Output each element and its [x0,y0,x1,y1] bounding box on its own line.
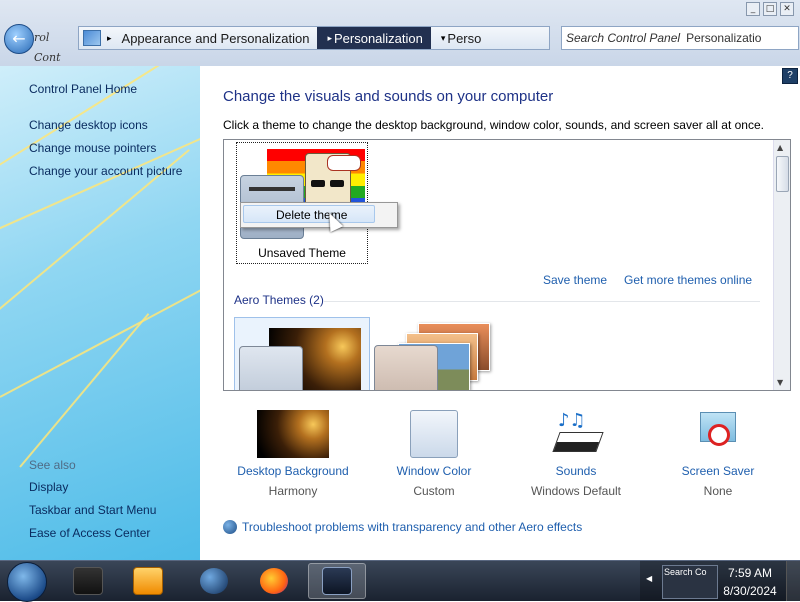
taskbar-app-globe[interactable] [190,563,238,599]
theme-list[interactable]: ▲ ▼ Unsaved Theme Delete theme Save them… [223,139,791,391]
screen-saver-value: None [703,484,733,498]
window-color-setting[interactable]: Window Color Custom [364,410,504,498]
title-bar: _ □ ✕ ← rol Cont ▸ Appearance and Person… [0,0,800,66]
taskbar-app-control-panel[interactable] [308,563,366,599]
see-also-label: See also [29,458,76,472]
troubleshoot-link[interactable]: Troubleshoot problems with transparency … [242,520,582,534]
desktop-background-value: Harmony [268,484,318,498]
page-subtitle: Click a theme to change the desktop back… [223,118,764,132]
troubleshoot-row: Troubleshoot problems with transparency … [223,520,582,534]
address-dropdown[interactable]: ▾ Perso [431,27,490,49]
globe-icon [200,568,228,594]
clock-date[interactable]: 8/30/2024 [720,584,780,598]
sunglasses-shape [311,180,325,187]
back-button[interactable]: ← [4,24,34,54]
unsaved-theme-label: Unsaved Theme [258,246,346,260]
save-theme-link[interactable]: Save theme [543,273,607,287]
breadcrumb-appearance[interactable]: Appearance and Personalization [114,27,318,49]
media-player-icon [133,567,163,595]
window-color-swatch [239,346,303,390]
display-link[interactable]: Display [29,480,68,494]
desktop-background-icon [257,410,329,458]
maximize-button[interactable]: □ [763,2,777,16]
chevron-down-icon: ▾ [440,32,446,43]
screen-saver-icon [694,410,742,458]
window-color-label: Window Color [396,464,472,478]
sounds-label: Sounds [555,464,597,478]
divider [324,301,760,302]
search-input[interactable]: Search Control Panel Personalizatio [561,26,799,50]
close-button[interactable]: ✕ [780,2,794,16]
swatch-bar [249,187,295,191]
desktop-background-label: Desktop Background [237,464,349,478]
landscapes-theme-tile[interactable] [374,317,514,390]
delete-theme-menu-item[interactable]: Delete theme [243,205,375,223]
help-icon[interactable]: ? [782,68,798,84]
clock-time[interactable]: 7:59 AM [720,566,780,580]
page-title: Change the visuals and sounds on your co… [223,88,554,105]
sunglasses-shape [330,180,344,187]
taskbar-app-media[interactable] [64,563,112,599]
window-color-value: Custom [413,484,455,498]
show-desktop-button[interactable] [786,561,800,601]
search-overlay-text: Personalizatio [686,31,762,45]
scrollbar-thumb[interactable] [776,156,789,192]
tray-thumbnail-text: Search Co [664,567,707,577]
screen-saver-setting[interactable]: Screen Saver None [648,410,788,498]
control-panel-icon [83,30,101,46]
minimize-button[interactable]: _ [746,2,760,16]
search-placeholder: Search Control Panel [566,31,681,45]
change-mouse-pointers-link[interactable]: Change mouse pointers [29,141,156,155]
chevron-right-icon: ▸ [327,32,332,43]
ease-of-access-link[interactable]: Ease of Access Center [29,526,150,540]
scroll-up-icon[interactable]: ▲ [777,143,783,152]
tray-window-thumbnail[interactable]: Search Co [662,565,718,599]
window-controls: _ □ ✕ [746,2,794,16]
change-desktop-icons-link[interactable]: Change desktop icons [29,118,148,132]
address-overflow-text: Perso [447,30,482,46]
arrow-left-icon: ← [12,29,26,48]
window-color-swatch [374,345,438,390]
firefox-icon [260,568,288,594]
control-panel-home-link[interactable]: Control Panel Home [29,82,137,96]
chevron-right-icon[interactable]: ▸ [105,33,114,44]
breadcrumb-label: Personalization [333,30,423,46]
taskbar-app-media-player[interactable] [124,563,172,599]
get-more-themes-link[interactable]: Get more themes online [624,273,752,287]
screen-saver-label: Screen Saver [681,464,755,478]
sounds-icon: ♪♫ [552,410,604,458]
scroll-down-icon[interactable]: ▼ [777,378,783,387]
window-color-icon [410,410,458,458]
decorative-streak [0,283,200,398]
taskbar-start-menu-link[interactable]: Taskbar and Start Menu [29,503,156,517]
desktop-background-setting[interactable]: Desktop Background Harmony [223,410,363,498]
show-hidden-icons-icon[interactable]: ◀ [646,574,652,583]
scrollbar[interactable]: ▲ ▼ [773,140,790,390]
speech-bubble-shape [327,155,361,171]
taskbar-app-firefox[interactable] [250,563,298,599]
control-panel-icon [322,567,352,595]
left-pane: Control Panel Home Change desktop icons … [0,66,200,560]
media-app-icon [73,567,103,595]
breadcrumb-personalization[interactable]: ▸ Personalization [317,27,431,49]
back-label: rol Cont [34,31,61,64]
start-button[interactable] [7,562,47,602]
context-menu: Delete theme [240,202,398,228]
sounds-setting[interactable]: ♪♫ Sounds Windows Default [506,410,646,498]
aero-themes-header: Aero Themes (2) [234,293,324,307]
change-account-picture-link[interactable]: Change your account picture [29,164,182,178]
sounds-value: Windows Default [530,484,622,498]
main-content: ? Change the visuals and sounds on your … [200,66,800,560]
taskbar: ◀ Search Co 7:59 AM 8/30/2024 [0,560,800,602]
decorative-streak [19,313,150,468]
harmony-theme-tile[interactable] [234,317,370,390]
address-bar[interactable]: ▸ Appearance and Personalization ▸ Perso… [78,26,550,50]
globe-icon [223,520,237,534]
